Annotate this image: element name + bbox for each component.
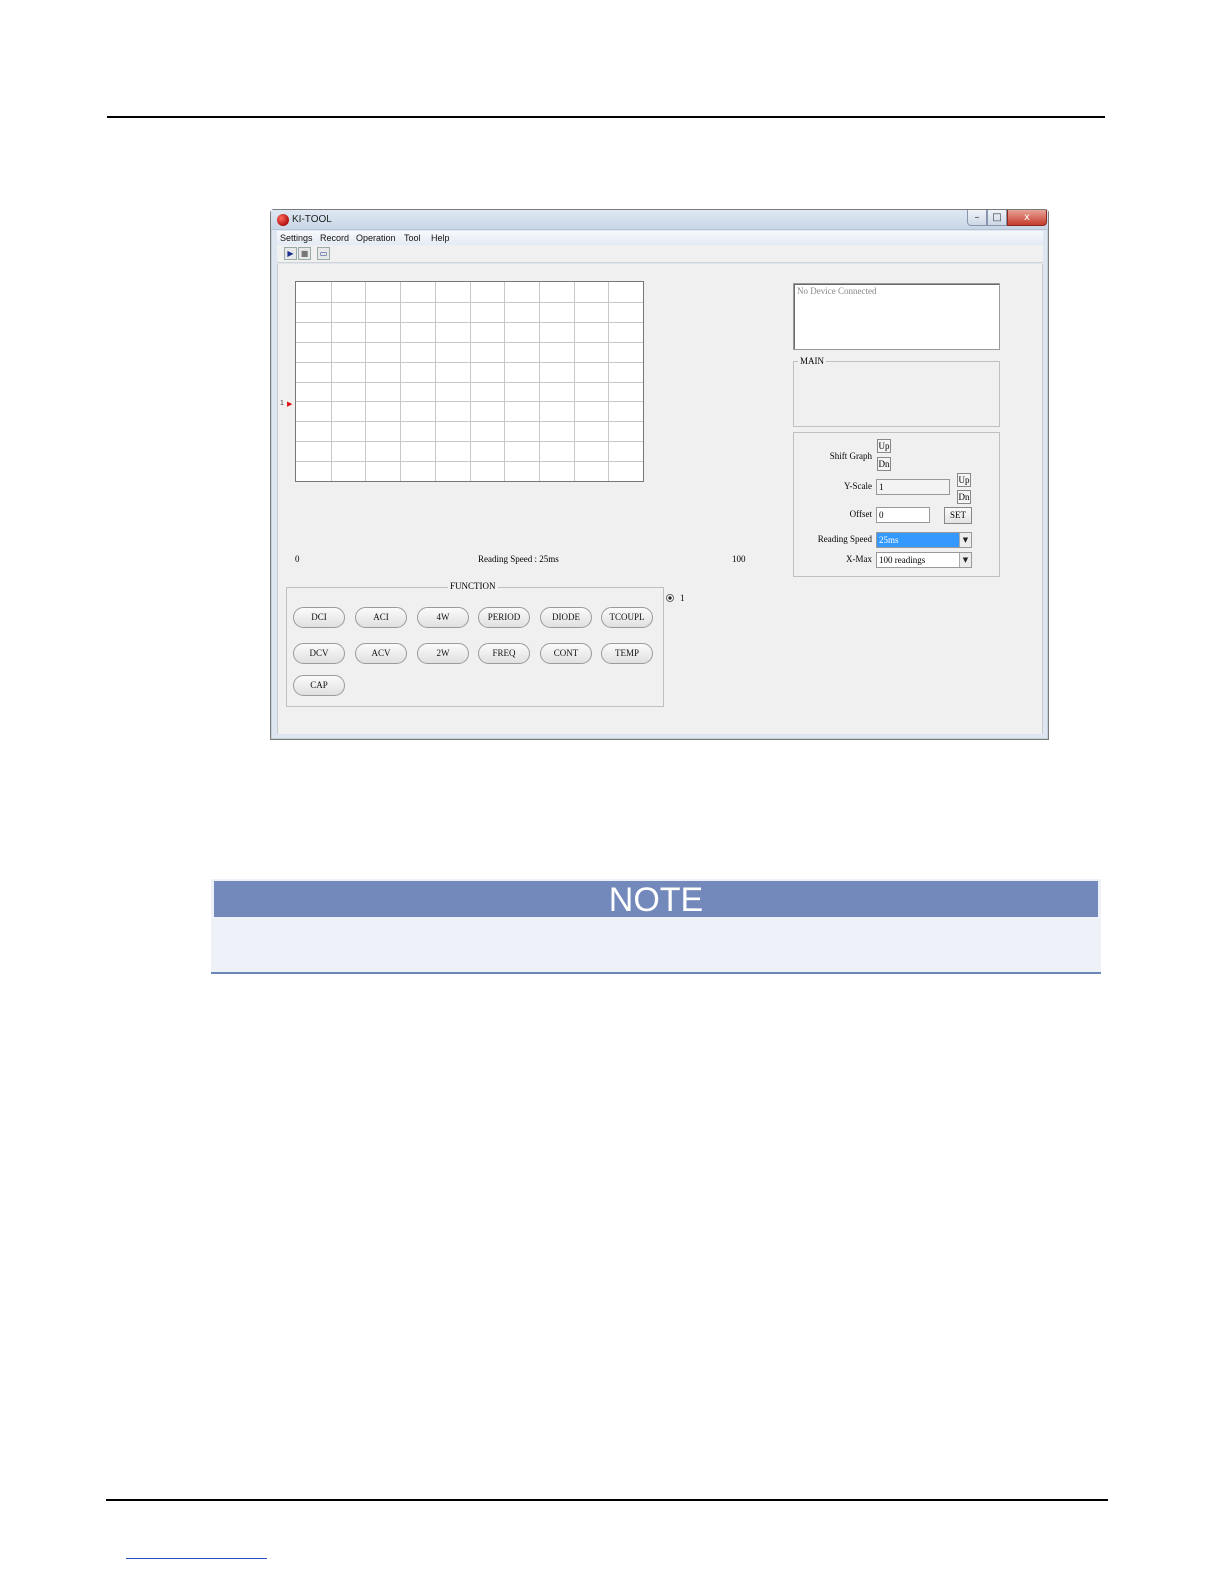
toolbar: ▶ ■ ▭ bbox=[277, 245, 1043, 263]
channel-radio[interactable] bbox=[666, 594, 674, 602]
shift-down-button[interactable]: Dn bbox=[877, 457, 891, 471]
x-max-label: X-Max bbox=[846, 554, 872, 564]
reading-speed-select[interactable]: 25ms ▼ bbox=[876, 532, 972, 548]
trace-label: 1 bbox=[280, 400, 284, 407]
graph-controls-group: Shift Graph Up Dn Y-Scale 1 Up Dn Offset… bbox=[793, 432, 1000, 577]
reading-speed-field-label: Reading Speed bbox=[817, 534, 872, 544]
trace-marker-icon[interactable]: ▶ bbox=[287, 400, 292, 408]
aci-button[interactable]: ACI bbox=[355, 607, 407, 628]
window-title: KI-TOOL bbox=[292, 214, 332, 225]
footer-rule bbox=[106, 1499, 1108, 1501]
reading-speed-value: 25ms bbox=[879, 535, 899, 545]
note-header: NOTE bbox=[214, 881, 1098, 919]
temp-button[interactable]: TEMP bbox=[601, 643, 653, 664]
x-max-value: 100 readings bbox=[879, 555, 926, 565]
freq-button[interactable]: FREQ bbox=[478, 643, 530, 664]
cont-button[interactable]: CONT bbox=[540, 643, 592, 664]
function-group-title: FUNCTION bbox=[448, 581, 498, 591]
close-button[interactable]: x bbox=[1007, 210, 1047, 226]
footer-link-underline[interactable] bbox=[126, 1558, 267, 1559]
maximize-button[interactable]: □ bbox=[987, 210, 1007, 226]
main-group: MAIN bbox=[793, 356, 1000, 427]
chevron-down-icon[interactable]: ▼ bbox=[959, 553, 971, 567]
menu-operation[interactable]: Operation bbox=[356, 233, 396, 243]
reading-speed-label: Reading Speed : 25ms bbox=[478, 554, 559, 564]
y-scale-up-button[interactable]: Up bbox=[957, 473, 971, 487]
device-status-text: No Device Connected bbox=[797, 286, 877, 296]
x-axis-max-label: 100 bbox=[732, 554, 746, 564]
y-scale-field[interactable]: 1 bbox=[876, 479, 950, 495]
menu-settings[interactable]: Settings bbox=[280, 233, 313, 243]
menu-help[interactable]: Help bbox=[431, 233, 450, 243]
function-group: FUNCTION DCI ACI 4W PERIOD DIODE TCOUPL … bbox=[286, 581, 664, 707]
y-scale-label: Y-Scale bbox=[844, 481, 872, 491]
y-scale-down-button[interactable]: Dn bbox=[957, 490, 971, 504]
dci-button[interactable]: DCI bbox=[293, 607, 345, 628]
diode-button[interactable]: DIODE bbox=[540, 607, 592, 628]
offset-field[interactable]: 0 bbox=[876, 507, 930, 523]
device-status-box: No Device Connected bbox=[793, 283, 1000, 350]
channel-radio-label: 1 bbox=[680, 593, 685, 603]
main-group-title: MAIN bbox=[798, 356, 826, 366]
menu-tool[interactable]: Tool bbox=[404, 233, 421, 243]
stop-icon[interactable]: ■ bbox=[298, 247, 311, 260]
chevron-down-icon[interactable]: ▼ bbox=[959, 533, 971, 547]
2w-button[interactable]: 2W bbox=[417, 643, 469, 664]
shift-up-button[interactable]: Up bbox=[877, 439, 891, 453]
set-offset-button[interactable]: SET bbox=[944, 507, 972, 524]
header-rule bbox=[107, 116, 1105, 118]
offset-label: Offset bbox=[849, 509, 872, 519]
ki-tool-window: KI-TOOL – □ x Settings Record Operation … bbox=[270, 209, 1049, 740]
menu-record[interactable]: Record bbox=[320, 233, 349, 243]
title-bar[interactable]: KI-TOOL – □ x bbox=[271, 210, 1048, 230]
connect-icon[interactable]: ▭ bbox=[317, 247, 330, 260]
graph-grid bbox=[296, 282, 643, 481]
x-axis-min-label: 0 bbox=[295, 554, 300, 564]
cap-button[interactable]: CAP bbox=[293, 675, 345, 696]
reading-graph bbox=[295, 281, 644, 482]
acv-button[interactable]: ACV bbox=[355, 643, 407, 664]
tcoupl-button[interactable]: TCOUPL bbox=[601, 607, 653, 628]
period-button[interactable]: PERIOD bbox=[478, 607, 530, 628]
client-area: 1 ▶ 0 Reading Speed : 25ms 100 FUNCTION … bbox=[277, 264, 1043, 734]
shift-graph-label: Shift Graph bbox=[829, 451, 872, 461]
run-icon[interactable]: ▶ bbox=[284, 247, 297, 260]
dcv-button[interactable]: DCV bbox=[293, 643, 345, 664]
4w-button[interactable]: 4W bbox=[417, 607, 469, 628]
minimize-button[interactable]: – bbox=[967, 210, 987, 226]
menu-bar: Settings Record Operation Tool Help bbox=[277, 231, 1043, 245]
note-box: NOTE bbox=[211, 879, 1101, 974]
app-icon bbox=[277, 214, 289, 226]
x-max-select[interactable]: 100 readings ▼ bbox=[876, 552, 972, 568]
